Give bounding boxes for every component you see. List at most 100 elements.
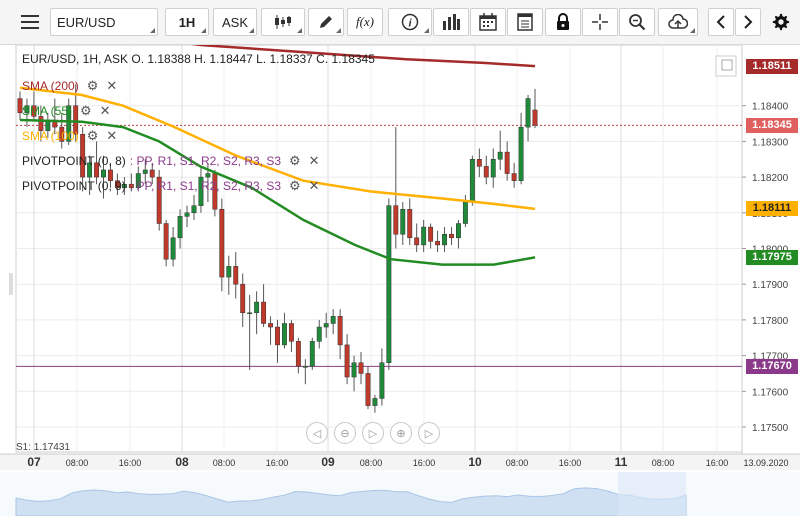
price-tick-label: 1.18400 [752, 102, 789, 113]
price-tag: 1.18111 [746, 201, 798, 217]
time-tick-label: 10 [468, 455, 482, 469]
indicator-sma-200[interactable]: SMA (200) ⚙ ✕ [22, 78, 117, 94]
zoom-in-button[interactable]: ⊕ [390, 422, 412, 444]
candle-body [386, 205, 392, 363]
symbol-selector[interactable]: EUR/USD [50, 8, 158, 36]
candle-body [254, 301, 260, 314]
indicators-label: f(x) [355, 14, 375, 29]
close-icon[interactable]: ✕ [100, 103, 111, 119]
time-tick-label: 08 [175, 455, 189, 469]
prev-button[interactable] [708, 8, 734, 36]
time-tick-label: 08:00 [360, 458, 383, 468]
candle-body [337, 316, 343, 346]
time-tick-label: 08:00 [652, 458, 675, 468]
candle-body [101, 169, 106, 178]
price-chart[interactable]: 1.184001.183001.182001.181001.180001.179… [0, 45, 800, 516]
candle-body [344, 344, 350, 378]
zoom-button[interactable] [619, 8, 655, 36]
candle-body [302, 366, 308, 368]
price-tick-label: 1.18200 [752, 173, 789, 184]
indicator-pivot-9[interactable]: PIVOTPOINT (0, 9) : PP, R1, S1, R2, S2, … [22, 178, 320, 194]
time-tick-label: 16:00 [559, 458, 582, 468]
crosshair-icon [592, 14, 608, 30]
candle-body [170, 237, 176, 260]
volume-button[interactable] [433, 8, 469, 36]
candle-body [351, 362, 357, 378]
next-button[interactable] [735, 8, 761, 36]
close-icon[interactable]: ✕ [106, 128, 117, 144]
candle-body [379, 362, 385, 399]
calendar-icon [479, 13, 497, 31]
candle-body [532, 109, 538, 126]
scroll-end-button[interactable]: ▷ [362, 422, 384, 444]
candle-body [149, 169, 155, 178]
bars-icon [443, 14, 460, 30]
menu-button[interactable] [12, 8, 48, 36]
timeframe-label: 1H [178, 14, 196, 30]
scroll-left-button[interactable]: ◁ [306, 422, 328, 444]
settings-button[interactable] [766, 8, 796, 36]
candle-body [490, 158, 496, 178]
cloud-button[interactable] [658, 8, 698, 36]
fullscreen-button [715, 55, 737, 77]
gear-icon[interactable]: ⚙ [80, 103, 92, 119]
news-button[interactable] [507, 8, 543, 36]
info-icon: i [401, 13, 419, 31]
candle-body [414, 237, 420, 246]
pivot-label: PIVOTPOINT (0, 9) [22, 179, 126, 193]
candle-body [323, 323, 329, 328]
candle-body [226, 266, 232, 278]
price-tick-label: 1.17800 [752, 316, 789, 327]
candle-body [525, 98, 531, 128]
gear-icon[interactable]: ⚙ [289, 153, 301, 169]
candle-body [483, 166, 489, 178]
gear-icon[interactable]: ⚙ [87, 128, 99, 144]
info-button[interactable]: i [388, 8, 432, 36]
candle-body [407, 208, 413, 239]
time-tick-label: 16:00 [119, 458, 142, 468]
news-icon [517, 13, 533, 31]
candle-body [421, 226, 427, 246]
candle-body [163, 223, 169, 260]
lock-icon [557, 13, 569, 30]
candle-body [275, 326, 280, 346]
calendar-button[interactable] [470, 8, 506, 36]
pivot-levels: : PP, R1, S1, R2, S2, R3, S3 [129, 154, 282, 168]
zoom-out-button[interactable]: ⊖ [334, 422, 356, 444]
gear-icon [772, 13, 790, 31]
chart-navigation: ◁ ⊖ ▷ ⊕ ▷ [306, 422, 440, 444]
gear-icon[interactable]: ⚙ [289, 178, 301, 194]
close-icon[interactable]: ✕ [309, 153, 320, 169]
time-tick-label: 16:00 [413, 458, 436, 468]
candle-body [316, 326, 322, 342]
price-type-selector[interactable]: ASK [213, 8, 257, 36]
close-icon[interactable]: ✕ [309, 178, 320, 194]
candle-body [358, 362, 364, 374]
candle-body [142, 169, 148, 174]
indicator-sma-55[interactable]: SMA (55) ⚙ ✕ [22, 103, 111, 119]
candle-body [247, 312, 253, 315]
candle-body [372, 398, 378, 406]
crosshair-button[interactable] [582, 8, 618, 36]
time-tick-label: 16:00 [266, 458, 289, 468]
indicator-sma-100[interactable]: SMA (100) ⚙ ✕ [22, 128, 117, 144]
time-tick-label: 11 [615, 455, 628, 469]
symbol-label: EUR/USD [57, 14, 116, 30]
close-icon[interactable]: ✕ [106, 78, 117, 94]
cloud-upload-icon [668, 14, 688, 29]
indicator-pivot-8[interactable]: PIVOTPOINT (0, 8) : PP, R1, S1, R2, S2, … [22, 153, 320, 169]
candle-body [205, 173, 211, 178]
chart-type-button[interactable] [261, 8, 305, 36]
indicators-button[interactable]: f(x) [347, 8, 383, 36]
draw-button[interactable] [308, 8, 344, 36]
candle-body [177, 216, 183, 239]
candle-body [261, 301, 267, 324]
candle-body [469, 158, 475, 203]
candle-body [393, 205, 399, 235]
candle-body [476, 158, 482, 167]
gear-icon[interactable]: ⚙ [87, 78, 99, 94]
candle-body [330, 316, 336, 324]
scroll-right-button[interactable]: ▷ [418, 422, 440, 444]
timeframe-selector[interactable]: 1H [165, 8, 209, 36]
lock-button[interactable] [545, 8, 581, 36]
